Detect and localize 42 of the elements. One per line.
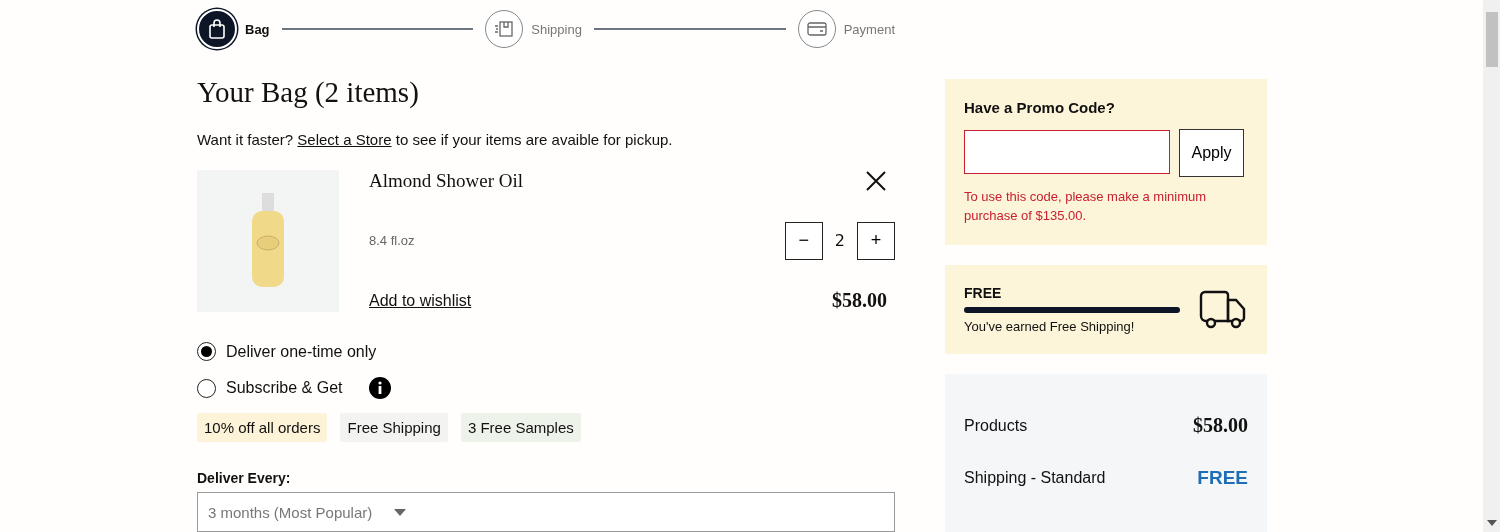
promo-input-field[interactable] [964,130,1170,174]
perk-tag: 10% off all orders [197,413,328,443]
promo-error: To use this code, please make a minimum purchase of $135.00. [964,188,1208,225]
quantity-value: 2 [834,231,845,251]
shipping-message: You've earned Free Shipping! [964,319,1136,334]
scrollbar[interactable] [1483,0,1500,532]
package-icon [494,20,515,39]
card-icon [806,21,827,38]
perk-tag: 3 Free Samples [460,413,581,443]
summary-label: Products [964,416,1028,435]
option-label: Deliver one-time only [226,342,377,361]
step-label: Shipping [531,21,582,37]
shipping-label: FREE [964,285,1003,301]
option-label: Subscribe & Get [226,379,343,398]
scroll-down-icon[interactable] [1486,520,1497,526]
radio-button[interactable] [197,378,216,398]
select-store-link[interactable]: Select a Store [297,131,392,149]
summary-value: FREE [1197,467,1248,489]
bag-icon [208,19,226,40]
scrollbar-thumb[interactable] [1485,12,1498,67]
pickup-text: Want it faster? Select a Store to see if your items are avaible for pickup. [197,131,674,149]
info-icon[interactable] [368,377,391,400]
step-label: Payment [843,21,895,37]
product-size: 8.4 fl.oz [369,233,415,249]
promo-title: Have a Promo Code? [964,99,1116,116]
apply-button[interactable]: Apply [1179,129,1244,177]
product-name: Almond Shower Oil [369,170,524,193]
caret-icon [394,508,407,516]
summary-label: Shipping - Standard [964,469,1106,487]
page-title: Your Bag (2 items) [197,76,420,110]
close-icon[interactable] [865,170,887,193]
perk-tag: Free Shipping [340,413,448,443]
frequency-select[interactable]: 3 months (Most Popular) [197,492,895,532]
summary-value: $58.00 [1193,414,1248,437]
product-price: $58.00 [832,289,887,313]
wishlist-link[interactable]: Add to wishlist [369,291,472,310]
truck-icon [1198,289,1248,330]
step-label: Bag [245,21,270,37]
decrease-button[interactable]: − [784,221,823,260]
increase-button[interactable]: + [857,221,895,260]
frequency-label: Deliver Every: [197,470,292,487]
radio-button[interactable] [197,342,216,362]
